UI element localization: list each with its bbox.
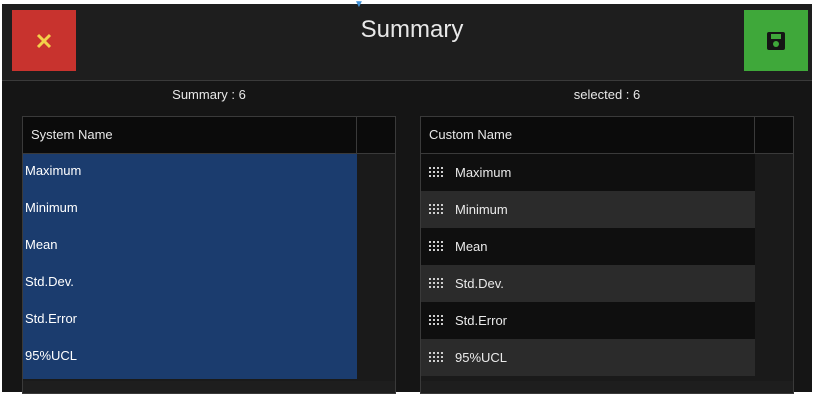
custom-row-label: Std.Error: [455, 313, 508, 328]
close-button[interactable]: [12, 10, 76, 71]
custom-name-header-row: Custom Name: [421, 117, 793, 154]
list-item-minimum[interactable]: Minimum: [23, 191, 357, 228]
drag-handle-icon[interactable]: [429, 240, 443, 252]
summary-count: Summary : 6: [172, 87, 246, 102]
custom-row-minimum[interactable]: Minimum: [421, 191, 755, 228]
column-header-spacer: [357, 117, 395, 153]
dialog-header: Summary: [2, 4, 812, 81]
system-name-column-header[interactable]: System Name: [23, 117, 357, 153]
dialog-title: Summary: [360, 16, 464, 43]
column-header-spacer: [755, 117, 793, 153]
custom-row-label: Std.Dev.: [455, 276, 504, 291]
system-name-list: Maximum Minimum Mean Std.Dev. Std.Error …: [23, 154, 357, 379]
system-name-table: System Name Maximum Minimum Mean Std.Dev…: [22, 116, 396, 394]
custom-row-label: 95%UCL: [455, 350, 508, 365]
custom-row-mean[interactable]: Mean: [421, 228, 755, 265]
close-icon: [36, 33, 52, 48]
custom-row-maximum[interactable]: Maximum: [421, 154, 755, 191]
save-button[interactable]: [744, 10, 808, 71]
list-item-std-dev[interactable]: Std.Dev.: [23, 265, 357, 302]
custom-row-95-ucl[interactable]: 95%UCL: [421, 339, 755, 376]
custom-name-list: Maximum Minimum Mean Std.Dev. Std.Error …: [421, 154, 755, 376]
custom-row-label: Minimum: [455, 202, 508, 217]
table-footer: [421, 381, 793, 393]
list-item-std-error[interactable]: Std.Error: [23, 302, 357, 339]
table-footer: [23, 381, 395, 393]
system-name-header-row: System Name: [23, 117, 395, 154]
list-item-mean[interactable]: Mean: [23, 228, 357, 265]
drag-handle-icon[interactable]: [429, 351, 443, 363]
drag-handle-icon[interactable]: [429, 314, 443, 326]
floppy-disk-icon: [767, 31, 785, 50]
custom-row-std-dev[interactable]: Std.Dev.: [421, 265, 755, 302]
pointer-arrow-icon: ▼: [354, 0, 364, 10]
custom-row-label: Mean: [455, 239, 488, 254]
custom-name-table: Custom Name Maximum Minimum Mean Std.Dev…: [420, 116, 794, 394]
drag-handle-icon[interactable]: [429, 166, 443, 178]
list-item-maximum[interactable]: Maximum: [23, 154, 357, 191]
list-item-95-ucl[interactable]: 95%UCL: [23, 339, 357, 376]
custom-name-column-header[interactable]: Custom Name: [421, 117, 755, 153]
custom-row-label: Maximum: [455, 165, 512, 180]
drag-handle-icon[interactable]: [429, 203, 443, 215]
custom-row-std-error[interactable]: Std.Error: [421, 302, 755, 339]
selected-count: selected : 6: [573, 87, 641, 102]
drag-handle-icon[interactable]: [429, 277, 443, 289]
